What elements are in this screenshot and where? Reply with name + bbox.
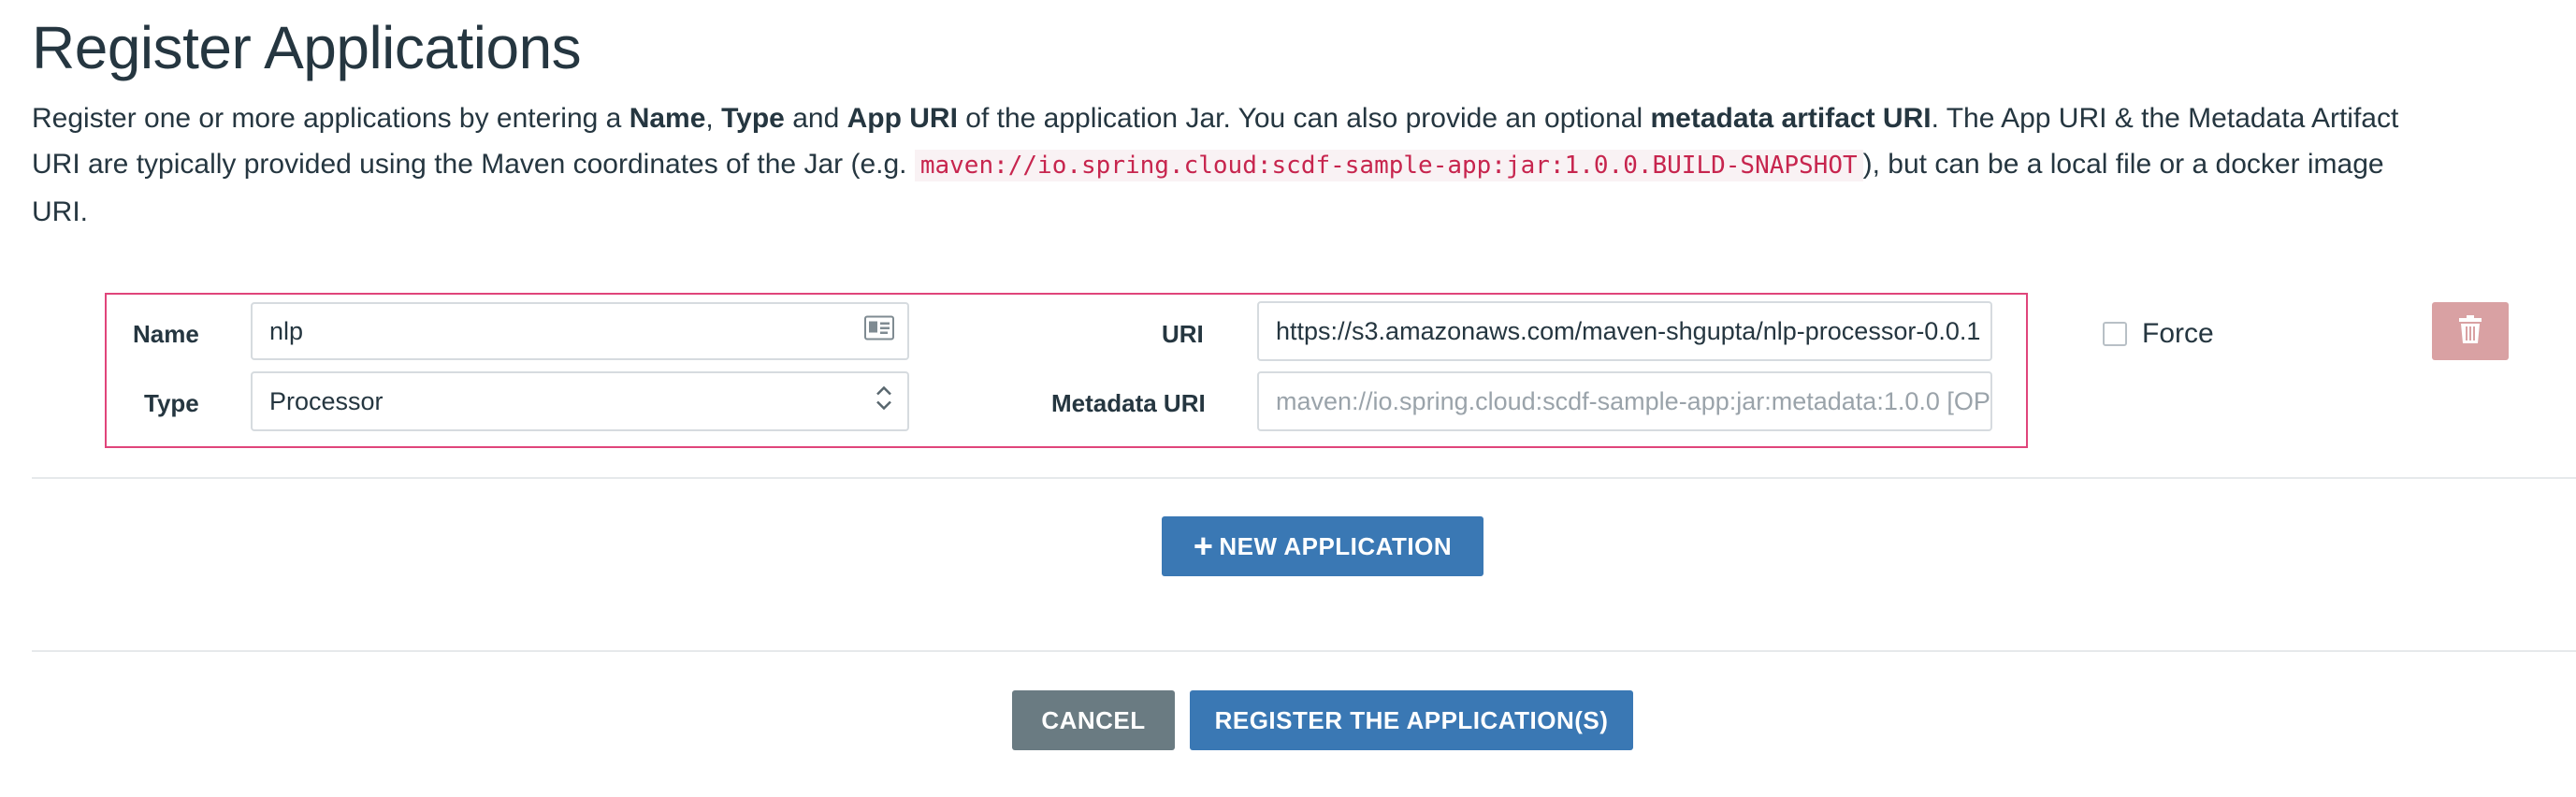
force-checkbox[interactable] bbox=[2103, 322, 2127, 346]
desc-code-example: maven://io.spring.cloud:scdf-sample-app:… bbox=[914, 150, 1863, 181]
uri-input[interactable]: https://s3.amazonaws.com/maven-shgupta/n… bbox=[1257, 301, 1992, 361]
desc-bold-name: Name bbox=[629, 103, 706, 134]
metadata-uri-input[interactable]: maven://io.spring.cloud:scdf-sample-app:… bbox=[1257, 371, 1992, 431]
desc-text-4: of the application Jar. You can also pro… bbox=[957, 103, 1651, 134]
desc-text-1: Register one or more applications by ent… bbox=[32, 103, 630, 134]
name-input-value: nlp bbox=[269, 316, 304, 345]
force-label: Force bbox=[2142, 318, 2214, 349]
new-application-label: NEW APPLICATION bbox=[1219, 531, 1453, 560]
uri-label: URI bbox=[1162, 320, 1204, 348]
new-application-button[interactable]: + NEW APPLICATION bbox=[1162, 516, 1483, 576]
desc-bold-metadata-uri: metadata artifact URI bbox=[1650, 103, 1932, 134]
type-select-value: Processor bbox=[269, 386, 384, 415]
metadata-uri-placeholder: maven://io.spring.cloud:scdf-sample-app:… bbox=[1276, 386, 1990, 415]
trash-icon bbox=[2458, 314, 2482, 349]
name-input[interactable]: nlp bbox=[251, 302, 909, 360]
register-applications-button[interactable]: REGISTER THE APPLICATION(S) bbox=[1190, 690, 1633, 750]
id-card-icon bbox=[864, 315, 894, 347]
uri-input-value: https://s3.amazonaws.com/maven-shgupta/n… bbox=[1276, 316, 1981, 345]
desc-bold-app-uri: App URI bbox=[847, 103, 958, 134]
divider-bottom bbox=[32, 650, 2576, 652]
delete-application-button[interactable] bbox=[2432, 302, 2509, 360]
type-select[interactable]: Processor bbox=[251, 371, 909, 431]
chevron-updown-icon bbox=[874, 384, 894, 420]
plus-icon: + bbox=[1193, 527, 1214, 565]
metadata-uri-label: Metadata URI bbox=[1051, 389, 1206, 417]
force-option[interactable]: Force bbox=[2103, 318, 2214, 350]
page-description: Register one or more applications by ent… bbox=[32, 95, 2426, 235]
desc-text-3: and bbox=[784, 103, 847, 134]
cancel-button[interactable]: CANCEL bbox=[1012, 690, 1175, 750]
name-label: Name bbox=[133, 320, 199, 348]
type-label: Type bbox=[144, 389, 199, 417]
desc-bold-type: Type bbox=[721, 103, 785, 134]
divider-top bbox=[32, 477, 2576, 479]
page-title: Register Applications bbox=[32, 14, 582, 81]
desc-text-2: , bbox=[705, 103, 722, 134]
